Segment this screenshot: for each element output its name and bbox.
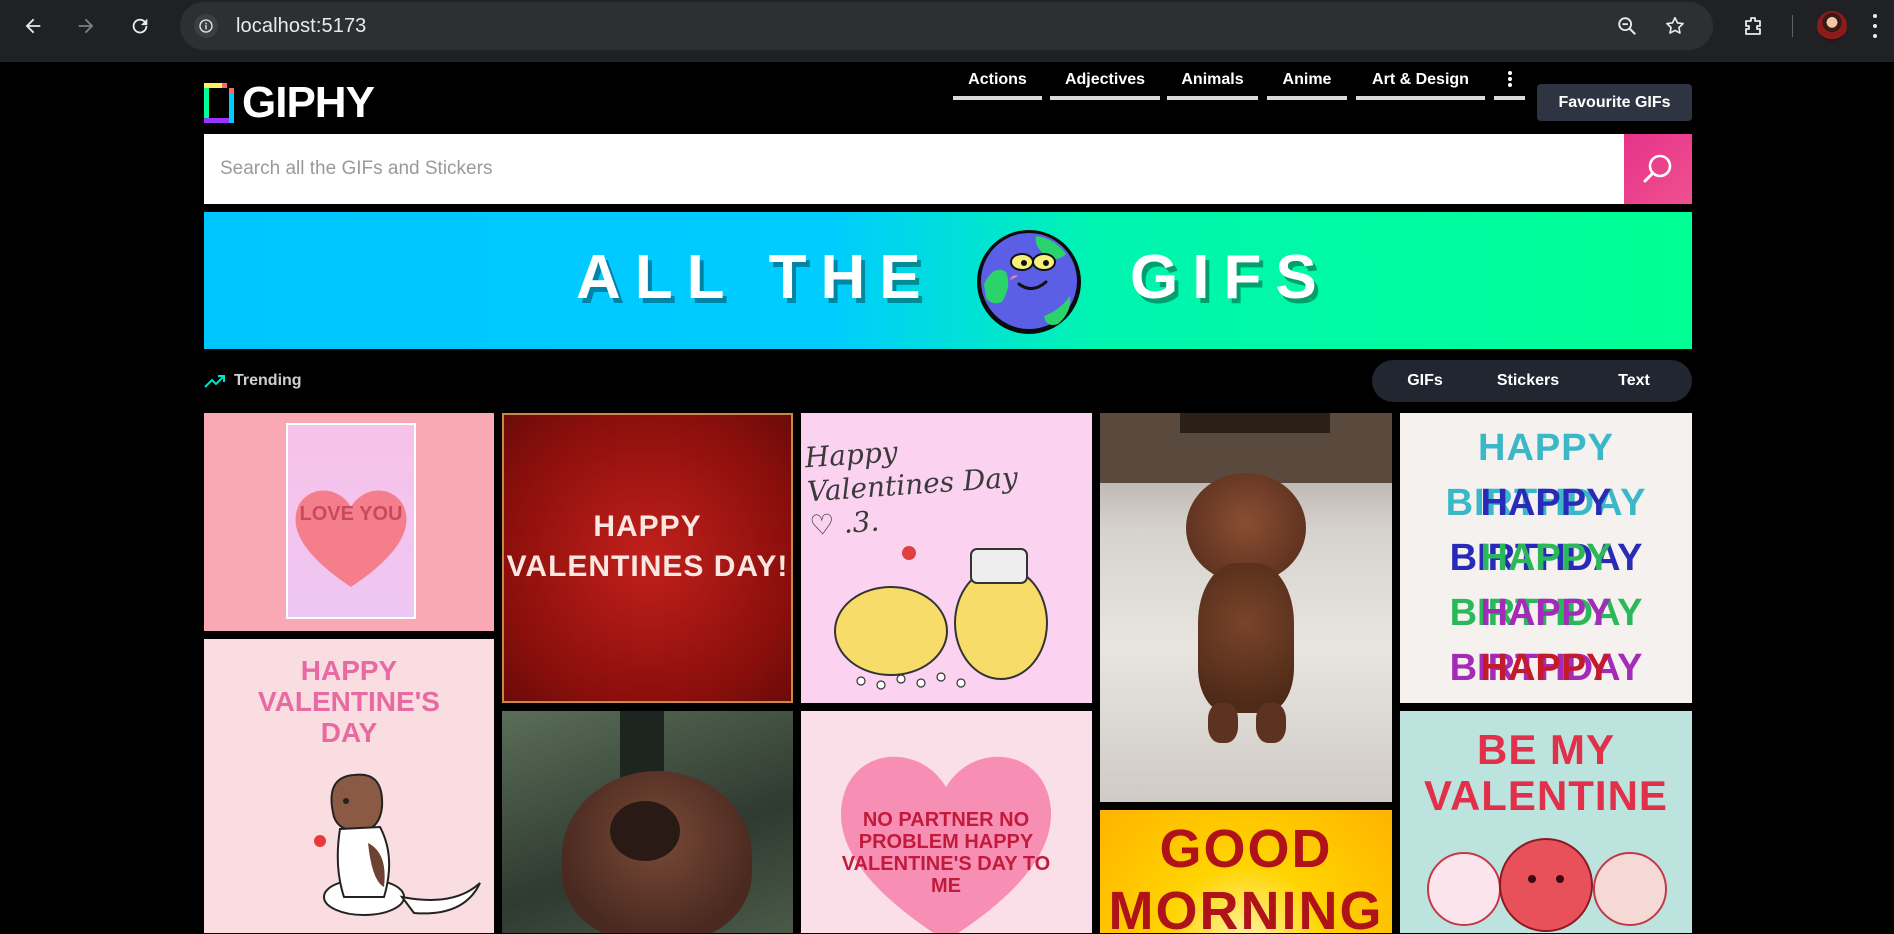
site-info-icon[interactable] [194,14,218,38]
gif-dancing-poodle[interactable] [1100,413,1392,802]
trending-label: Trending [234,372,302,389]
dog-illustration [314,773,481,916]
bears-illustration [1427,838,1667,932]
zoom-icon[interactable] [1615,14,1639,38]
nav-animals[interactable]: Animals [1167,62,1258,100]
more-categories-icon[interactable] [1494,62,1525,100]
url-text[interactable]: localhost:5173 [236,15,366,38]
gif-orangutan[interactable] [502,711,793,933]
gif-happy-valentines-chicks[interactable]: Happy Valentines Day ♡ .3. [801,413,1092,703]
gif-caption: HAPPY VALENTINE'S DAY [258,655,440,748]
favourite-gifs-button[interactable]: Favourite GIFs [1537,84,1692,121]
gif-love-you[interactable]: LOVE YOU [204,413,494,631]
globe-mascot-icon [977,230,1081,334]
browser-toolbar: localhost:5173 [0,0,1894,62]
gif-caption: HAPPY VALENTINES DAY! [506,510,789,583]
gif-happy-birthday[interactable]: HAPPY BIRTHDAY HAPPY BIRTHDAY HAPPY BIRT… [1400,413,1692,703]
tab-text[interactable]: Text [1594,360,1674,402]
banner-text-right: GIFS [1130,243,1331,312]
tab-stickers[interactable]: Stickers [1482,360,1574,402]
forward-icon[interactable] [72,12,100,40]
giphy-page: GIPHY Actions Adjectives Animals Anime A… [0,62,1894,934]
search-icon [1643,154,1672,183]
gif-happy-valentines-day-red[interactable]: HAPPY VALENTINES DAY! [502,413,793,703]
gif-caption: GOOD MORNING [1108,819,1384,933]
toolbar-divider [1792,15,1793,37]
gif-no-partner-no-problem[interactable]: NO PARTNER NO PROBLEM HAPPY VALENTINE'S … [801,711,1092,933]
back-icon[interactable] [19,12,47,40]
trending-header: Trending [204,370,302,392]
chicks-illustration [834,546,1048,690]
nav-actions[interactable]: Actions [953,62,1042,100]
giphy-logo-icon [204,83,234,123]
browser-menu-icon[interactable] [1872,14,1878,38]
banner-text-left: ALL THE [576,243,935,312]
address-bar[interactable]: localhost:5173 [180,2,1713,50]
gif-good-morning[interactable]: GOOD MORNING [1100,810,1392,933]
profile-avatar[interactable] [1817,11,1847,41]
gif-caption: NO PARTNER NO PROBLEM HAPPY VALENTINE'S … [841,809,1051,897]
heart-icon [295,490,407,587]
gif-happy-valentines-dog[interactable]: HAPPY VALENTINE'S DAY [204,639,494,933]
search-button[interactable] [1624,134,1692,204]
reload-icon[interactable] [126,12,154,40]
nav-art-design[interactable]: Art & Design [1356,62,1485,100]
search-bar [204,134,1692,204]
giphy-logo[interactable]: GIPHY [204,78,375,127]
birthday-line-5: HAPPY BIRTHDAY [1450,647,1643,703]
content-type-tabs: GIFs Stickers Text [1372,360,1692,402]
tab-gifs[interactable]: GIFs [1390,360,1460,402]
gif-caption: LOVE YOU [299,503,403,525]
gif-be-my-valentine[interactable]: BE MY VALENTINE [1400,711,1692,933]
logo-text: GIPHY [242,78,375,127]
trending-icon [204,375,225,388]
nav-adjectives[interactable]: Adjectives [1050,62,1160,100]
extensions-icon[interactable] [1740,12,1768,40]
bookmark-star-icon[interactable] [1663,14,1687,38]
nav-anime[interactable]: Anime [1267,62,1347,100]
all-the-gifs-banner[interactable]: ALL THE GIFS [204,212,1692,349]
search-input[interactable] [204,134,1624,204]
gif-caption: BE MY VALENTINE [1424,726,1668,819]
